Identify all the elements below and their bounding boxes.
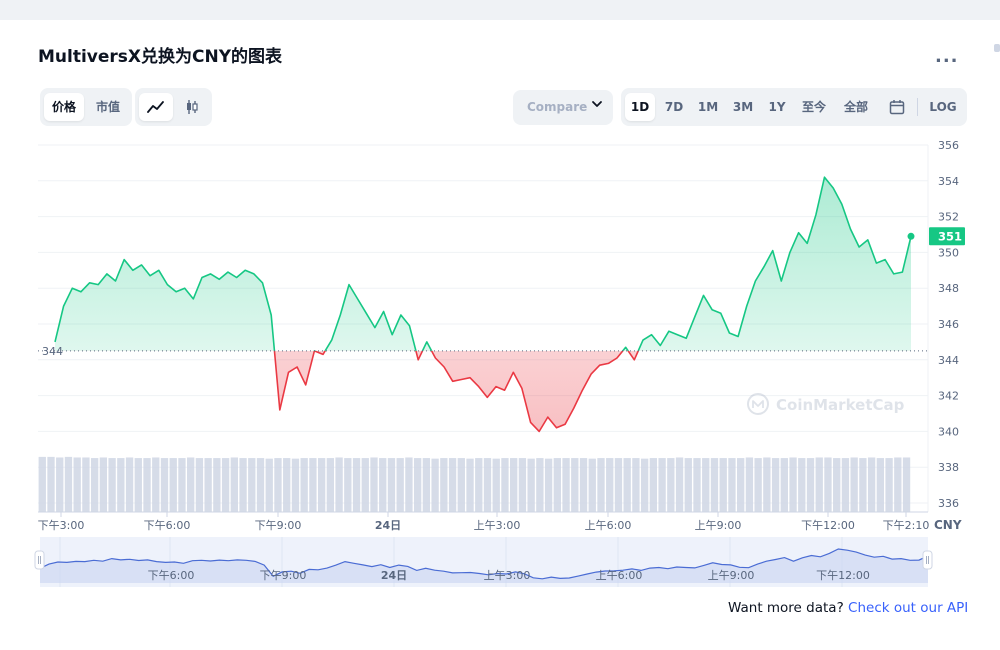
metric-toggle: 价格 市值 bbox=[40, 88, 132, 126]
compare-label: Compare bbox=[527, 100, 588, 114]
api-link[interactable]: Check out our API bbox=[848, 600, 968, 616]
more-options-button[interactable]: ... bbox=[935, 46, 959, 67]
footer-text: Want more data? bbox=[728, 600, 844, 616]
tab-all[interactable]: 全部 bbox=[838, 93, 874, 121]
log-toggle[interactable]: LOG bbox=[923, 93, 963, 121]
range-divider bbox=[917, 98, 918, 116]
tab-7d[interactable]: 7D bbox=[659, 93, 689, 121]
tab-1y[interactable]: 1Y bbox=[762, 93, 792, 121]
chart-type-toggle bbox=[135, 88, 212, 126]
candlestick-button[interactable] bbox=[175, 93, 209, 121]
top-bar bbox=[0, 0, 1000, 20]
tab-1m[interactable]: 1M bbox=[693, 93, 723, 121]
compare-dropdown[interactable]: Compare bbox=[513, 90, 613, 125]
tab-1d[interactable]: 1D bbox=[625, 93, 655, 121]
edge-marker bbox=[994, 44, 1000, 52]
candlestick-icon bbox=[187, 100, 198, 114]
chart-title: MultiversX兑换为CNY的图表 bbox=[38, 47, 283, 67]
range-toggle: 1D 7D 1M 3M 1Y 至今 全部 LOG bbox=[621, 88, 967, 126]
line-chart-button[interactable] bbox=[139, 93, 173, 121]
tab-price[interactable]: 价格 bbox=[44, 93, 84, 121]
tab-3m[interactable]: 3M bbox=[728, 93, 758, 121]
calendar-icon bbox=[889, 100, 905, 115]
chevron-down-icon bbox=[591, 98, 603, 112]
line-chart-icon bbox=[147, 101, 164, 113]
tab-market-cap[interactable]: 市值 bbox=[88, 93, 128, 121]
tab-ytd[interactable]: 至今 bbox=[796, 93, 832, 121]
footer: Want more data? Check out our API bbox=[728, 600, 968, 616]
calendar-button[interactable] bbox=[881, 93, 913, 121]
